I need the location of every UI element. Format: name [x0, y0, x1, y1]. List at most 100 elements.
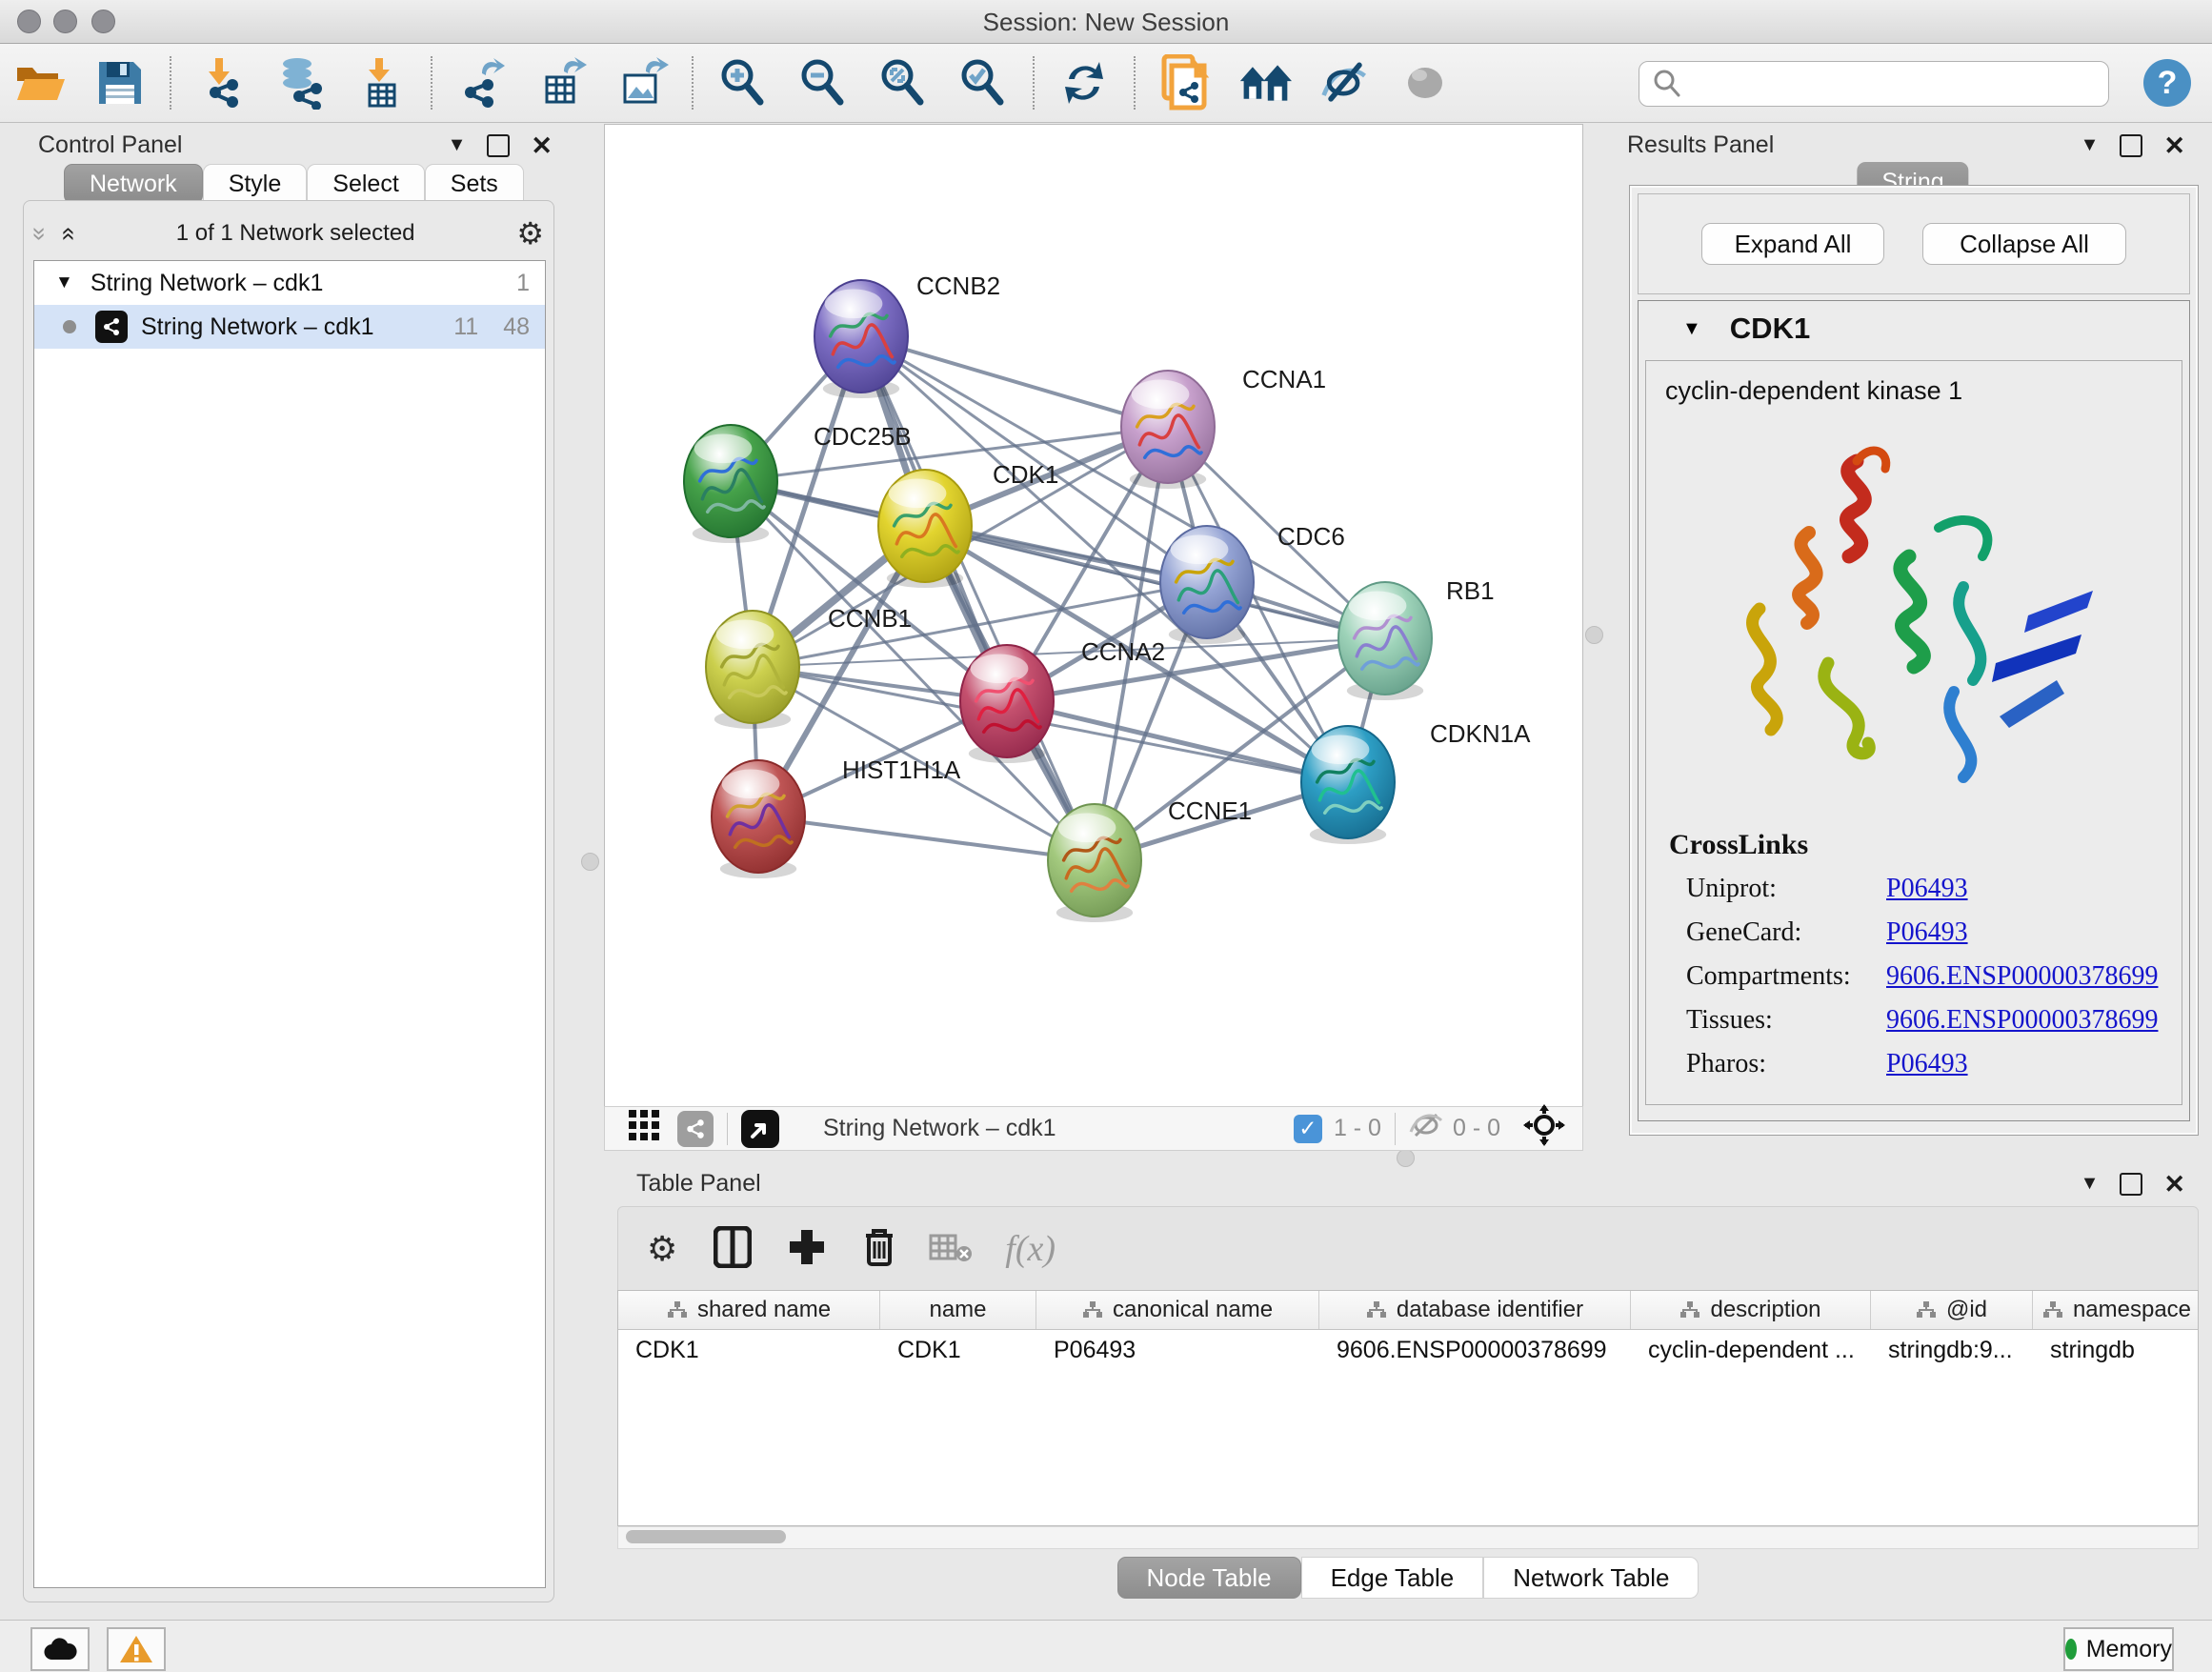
network-node-hist1h1a[interactable] — [712, 760, 805, 878]
add-column-icon[interactable] — [788, 1228, 826, 1271]
memory-button[interactable]: Memory — [2063, 1627, 2174, 1671]
crosslink-link[interactable]: P06493 — [1886, 917, 1968, 948]
crosslink-link[interactable]: 9606.ENSP00000378699 — [1886, 1005, 2158, 1036]
birds-eye-view-icon[interactable] — [741, 1110, 779, 1148]
column-header--id[interactable]: @id — [1871, 1291, 2033, 1329]
network-node-ccnb1[interactable] — [706, 611, 799, 729]
network-canvas[interactable]: CCNB2CCNA1CDC25BCDK1CDC6RB1CCNB1CCNA2CDK… — [604, 124, 1583, 1107]
table-cell[interactable]: stringdb:9... — [1871, 1337, 2033, 1364]
search-input[interactable] — [1691, 64, 2108, 104]
tab-edge-table[interactable]: Edge Table — [1301, 1557, 1484, 1599]
network-collection-row[interactable]: ▼ String Network – cdk1 1 — [34, 261, 545, 305]
scrollbar-thumb[interactable] — [626, 1530, 786, 1543]
string-home-icon[interactable] — [1238, 56, 1292, 110]
tab-network-table[interactable]: Network Table — [1483, 1557, 1699, 1599]
delete-table-icon[interactable] — [929, 1232, 973, 1267]
string-import-icon[interactable] — [1158, 56, 1212, 110]
network-options-gear-icon[interactable]: ⚙ — [516, 215, 544, 252]
network-row[interactable]: String Network – cdk1 11 48 — [34, 305, 545, 349]
table-options-gear-icon[interactable]: ⚙ — [647, 1229, 677, 1269]
card-collapse-icon[interactable]: ▼ — [1682, 318, 1701, 340]
collapse-panel-icon[interactable]: ▼ — [448, 134, 467, 156]
fit-content-crosshair-icon[interactable] — [1523, 1104, 1565, 1153]
column-header-database-identifier[interactable]: database identifier — [1319, 1291, 1631, 1329]
network-node-ccna2[interactable] — [960, 645, 1054, 763]
table-cell[interactable]: P06493 — [1036, 1337, 1319, 1364]
crosslink-link[interactable]: P06493 — [1886, 874, 1968, 904]
float-panel-icon[interactable] — [2120, 134, 2142, 157]
network-node-cdc25b[interactable] — [684, 425, 777, 543]
hierarchy-icon — [1082, 1300, 1103, 1319]
column-header-description[interactable]: description — [1631, 1291, 1871, 1329]
expand-all-networks-icon[interactable]: » — [26, 227, 55, 240]
network-node-ccne1[interactable] — [1048, 804, 1141, 922]
grid-view-icon[interactable] — [628, 1109, 660, 1148]
zoom-out-icon[interactable] — [796, 56, 850, 110]
show-columns-icon[interactable] — [714, 1226, 752, 1273]
export-table-icon[interactable] — [535, 56, 589, 110]
import-table-from-file-icon[interactable] — [354, 56, 408, 110]
close-panel-icon[interactable]: ✕ — [2163, 1175, 2185, 1194]
expand-all-button[interactable]: Expand All — [1701, 223, 1884, 265]
warning-icon[interactable] — [107, 1627, 166, 1671]
enhanced-labels-hide-icon[interactable] — [1318, 56, 1372, 110]
zoom-selected-icon[interactable] — [956, 56, 1010, 110]
collapse-panel-icon[interactable]: ▼ — [2081, 134, 2100, 156]
collapse-all-networks-icon[interactable]: » — [52, 227, 82, 240]
table-cell[interactable]: cyclin-dependent ... — [1631, 1337, 1871, 1364]
hidden-items-eye-icon[interactable] — [1409, 1111, 1443, 1146]
float-panel-icon[interactable] — [2120, 1173, 2142, 1196]
collapse-all-button[interactable]: Collapse All — [1922, 223, 2126, 265]
function-builder-icon[interactable]: f(x) — [1005, 1228, 1056, 1270]
string-network-graph[interactable]: CCNB2CCNA1CDC25BCDK1CDC6RB1CCNB1CCNA2CDK… — [605, 125, 1582, 1106]
table-horizontal-scrollbar[interactable] — [617, 1526, 2199, 1549]
tree-expand-icon[interactable]: ▼ — [55, 272, 73, 293]
network-edge[interactable] — [758, 816, 1095, 860]
network-edge[interactable] — [1007, 701, 1348, 782]
table-cell[interactable]: 9606.ENSP00000378699 — [1319, 1337, 1631, 1364]
tab-style[interactable]: Style — [203, 164, 308, 204]
collapse-panel-icon[interactable]: ▼ — [2081, 1173, 2100, 1195]
close-panel-icon[interactable]: ✕ — [2163, 136, 2185, 155]
import-network-from-file-icon[interactable] — [194, 56, 248, 110]
column-header-shared-name[interactable]: shared name — [618, 1291, 880, 1329]
table-cell[interactable]: CDK1 — [880, 1337, 1036, 1364]
column-header-canonical-name[interactable]: canonical name — [1036, 1291, 1319, 1329]
tab-sets[interactable]: Sets — [425, 164, 524, 204]
column-header-namespace[interactable]: namespace — [2033, 1291, 2199, 1329]
right-splitter-handle[interactable] — [1585, 626, 1603, 644]
show-glass-ball-icon[interactable] — [1398, 56, 1452, 110]
cloud-status-icon[interactable] — [30, 1627, 90, 1671]
table-row[interactable]: CDK1CDK1P064939606.ENSP00000378699cyclin… — [618, 1330, 2198, 1370]
zoom-fit-icon[interactable] — [876, 56, 930, 110]
refresh-layout-icon[interactable] — [1057, 56, 1111, 110]
crosslink-link[interactable]: P06493 — [1886, 1049, 1968, 1079]
open-session-icon[interactable] — [13, 56, 67, 110]
close-panel-icon[interactable]: ✕ — [531, 136, 553, 155]
tab-select[interactable]: Select — [307, 164, 424, 204]
network-node-cdkn1a[interactable] — [1301, 726, 1395, 844]
tab-network[interactable]: Network — [64, 164, 203, 204]
crosslink-link[interactable]: 9606.ENSP00000378699 — [1886, 961, 2158, 992]
import-network-from-database-icon[interactable] — [274, 56, 328, 110]
table-cell[interactable]: stringdb — [2033, 1337, 2199, 1364]
network-node-cdk1[interactable] — [878, 470, 972, 588]
save-session-icon[interactable] — [93, 56, 147, 110]
float-panel-icon[interactable] — [487, 134, 510, 157]
export-image-icon[interactable] — [615, 56, 669, 110]
table-cell[interactable]: CDK1 — [618, 1337, 880, 1364]
delete-column-icon[interactable] — [862, 1226, 896, 1273]
network-node-ccna1[interactable] — [1121, 371, 1215, 489]
tab-node-table[interactable]: Node Table — [1117, 1557, 1301, 1599]
network-node-ccnb2[interactable] — [814, 280, 908, 398]
node-table[interactable]: shared namenamecanonical namedatabase id… — [617, 1290, 2199, 1526]
selected-nodes-checkbox-icon[interactable]: ✓ — [1294, 1115, 1322, 1143]
zoom-in-icon[interactable] — [716, 56, 770, 110]
search-field[interactable] — [1639, 61, 2109, 107]
help-icon[interactable]: ? — [2142, 57, 2193, 113]
column-header-name[interactable]: name — [880, 1291, 1036, 1329]
left-splitter-handle[interactable] — [581, 853, 599, 871]
network-share-view-icon[interactable] — [677, 1111, 714, 1147]
network-node-rb1[interactable] — [1338, 582, 1432, 700]
export-network-icon[interactable] — [455, 56, 509, 110]
